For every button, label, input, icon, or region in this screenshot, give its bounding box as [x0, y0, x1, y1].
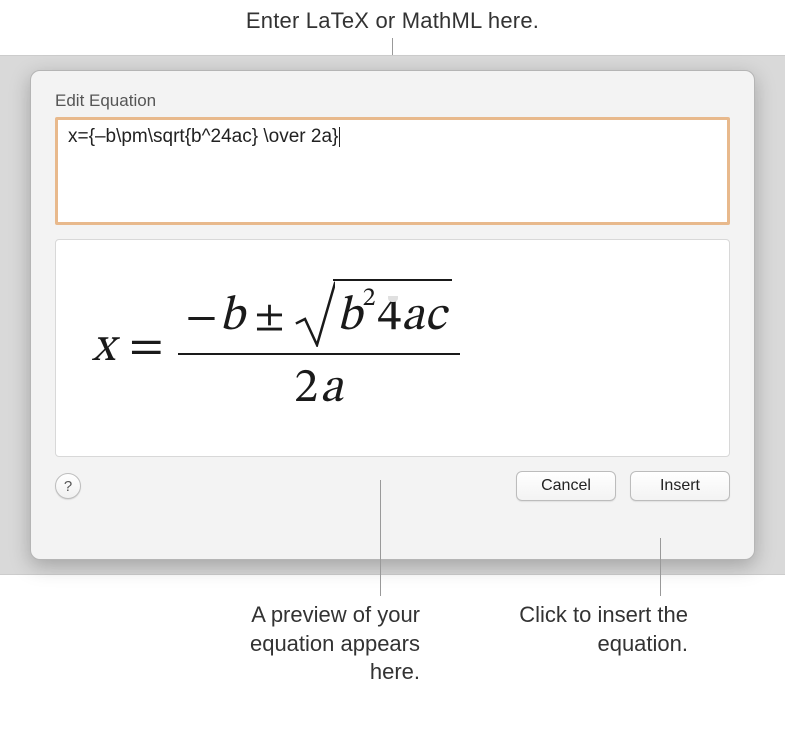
eq-rad-c: c [424, 287, 445, 347]
eq-denom-a: a [320, 365, 343, 413]
eq-rad-b: b [337, 287, 362, 347]
eq-plus-minus: ± [254, 292, 284, 345]
eq-numerator: − b ± b 2 4 a c [178, 277, 460, 355]
eq-b: b [219, 287, 244, 347]
callout-input-hint: Enter LaTeX or MathML here. [0, 8, 785, 34]
eq-variable-x: x [92, 318, 115, 378]
eq-equals: = [129, 318, 164, 378]
callout-preview-hint: A preview of your equation appears here. [220, 601, 420, 687]
eq-fraction: − b ± b 2 4 a c [178, 277, 460, 419]
bottom-callouts: A preview of your equation appears here.… [0, 555, 785, 755]
radical-icon [295, 281, 335, 347]
callout-line [380, 480, 381, 596]
equation-preview: x = − b ± b 2 4 a [55, 239, 730, 457]
equation-input-text: x={–b\pm\sqrt{b^24ac} \over 2a} [68, 126, 338, 147]
callout-insert-hint: Click to insert the equation. [468, 601, 688, 658]
input-notch [388, 296, 398, 302]
eq-sqrt: b 2 4 a c [295, 279, 452, 347]
cancel-button[interactable]: Cancel [516, 471, 616, 501]
edit-equation-dialog: Edit Equation x={–b\pm\sqrt{b^24ac} \ove… [30, 70, 755, 560]
eq-minus: − [186, 292, 218, 347]
help-button[interactable]: ? [55, 473, 81, 499]
equation-input[interactable]: x={–b\pm\sqrt{b^24ac} \over 2a} [55, 117, 730, 225]
eq-denominator: 2a [294, 355, 343, 419]
dialog-title: Edit Equation [55, 91, 730, 111]
eq-rad-exp: 2 [363, 283, 376, 316]
text-cursor [339, 127, 340, 147]
eq-denom-2: 2 [294, 365, 318, 413]
insert-button[interactable]: Insert [630, 471, 730, 501]
eq-rad-a: a [401, 287, 424, 347]
eq-radicand: b 2 4 a c [333, 279, 452, 347]
callout-line [660, 538, 661, 596]
rendered-equation: x = − b ± b 2 4 a [92, 277, 460, 419]
dialog-button-row: ? Cancel Insert [55, 471, 730, 501]
